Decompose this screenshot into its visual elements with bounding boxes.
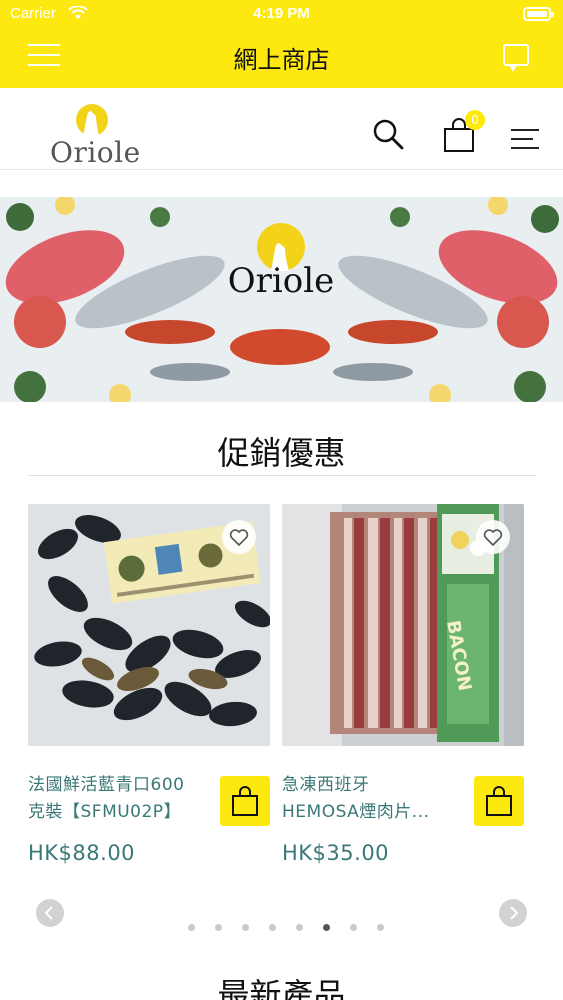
hero-banner[interactable]: Oriole xyxy=(0,197,563,402)
search-icon[interactable] xyxy=(372,118,404,150)
favorite-heart-icon[interactable] xyxy=(222,520,256,554)
clock: 4:19 PM xyxy=(253,5,310,22)
carousel-prev-button[interactable] xyxy=(36,899,64,927)
logo-text: Oriole xyxy=(50,136,141,169)
carousel-dot[interactable] xyxy=(323,924,330,931)
status-bar: Carrier 4:19 PM xyxy=(0,0,563,28)
page-title: 網上商店 xyxy=(233,46,330,74)
oriole-bird-icon xyxy=(76,104,108,136)
carousel-dot[interactable] xyxy=(350,924,357,931)
oriole-logo[interactable]: Oriole xyxy=(50,100,140,169)
shopping-bag-icon xyxy=(232,786,258,816)
product-price: HK$88.00 xyxy=(28,841,136,865)
favorite-heart-icon[interactable] xyxy=(476,520,510,554)
carousel-dot[interactable] xyxy=(377,924,384,931)
product-name[interactable]: 法國鮮活藍青口600 克裝【SFMU02P】 xyxy=(28,772,206,826)
top-navigation-bar: Carrier 4:19 PM 網上商店 xyxy=(0,0,563,88)
carousel-dot[interactable] xyxy=(296,924,303,931)
product-card[interactable]: 法國鮮活藍青口600 克裝【SFMU02P】 HK$88.00 xyxy=(28,504,270,884)
chevron-left-icon xyxy=(44,906,53,920)
carousel-pagination xyxy=(188,924,388,934)
cart-count-badge: 0 xyxy=(465,110,485,130)
seafood-banner-image: Oriole xyxy=(0,197,563,402)
carousel-dot[interactable] xyxy=(188,924,195,931)
chat-bubble-icon[interactable] xyxy=(503,44,529,72)
banner-logo-text: Oriole xyxy=(228,261,334,301)
promotions-title: 促銷優惠 xyxy=(217,434,346,472)
product-name[interactable]: 急凍西班牙 HEMOSA煙肉片... xyxy=(282,772,460,826)
carousel-next-button[interactable] xyxy=(499,899,527,927)
add-to-cart-button[interactable] xyxy=(474,776,524,826)
latest-products-title: 最新產品 xyxy=(217,976,346,1000)
chevron-right-icon xyxy=(510,906,519,920)
shopping-bag-icon xyxy=(486,786,512,816)
category-menu-icon[interactable] xyxy=(511,127,539,151)
add-to-cart-button[interactable] xyxy=(220,776,270,826)
battery-icon xyxy=(523,7,554,21)
section-divider xyxy=(28,475,536,476)
carousel-dot[interactable] xyxy=(242,924,249,931)
product-price: HK$35.00 xyxy=(282,841,390,865)
carousel-dot[interactable] xyxy=(215,924,222,931)
product-card[interactable]: BACON 急凍西班牙 HEMOSA煙肉片... HK$35.00 xyxy=(282,504,524,884)
carousel-dot[interactable] xyxy=(269,924,276,931)
